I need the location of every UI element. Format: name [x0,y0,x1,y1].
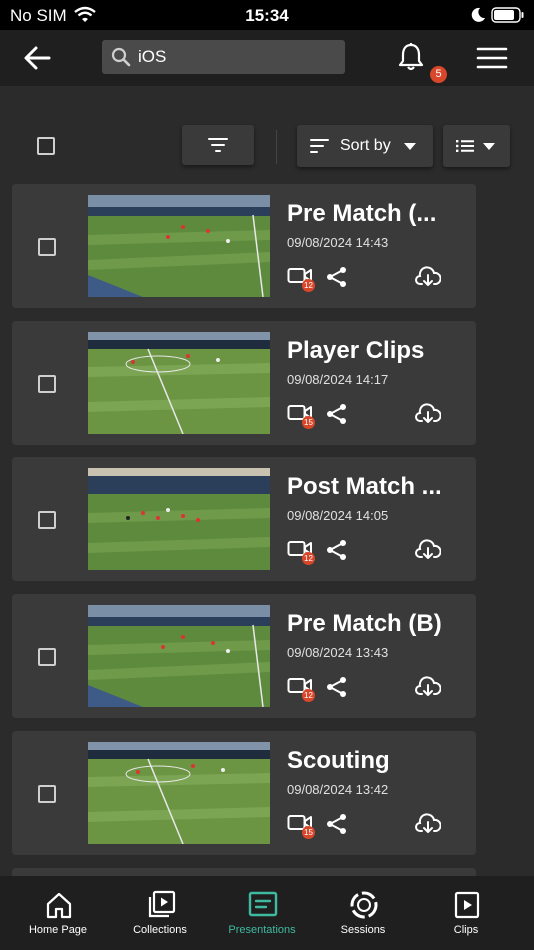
hamburger-menu-icon[interactable] [476,45,508,71]
video-thumbnail[interactable] [88,195,270,297]
status-bar: No SIM 15:34 [0,0,534,30]
clip-count-badge: 15 [302,826,315,839]
list-toolbar: Sort by [0,86,534,186]
presentation-card[interactable]: Pre Match (B) 09/08/2024 13:43 12 [12,594,476,718]
nav-label: Clips [453,924,479,936]
nav-clips[interactable]: Clips [416,876,516,950]
notification-badge: 5 [430,66,447,83]
presentation-title: Pre Match (... [287,200,437,227]
row-checkbox[interactable] [38,375,56,393]
video-thumbnail[interactable] [88,332,270,434]
presentation-title: Post Match ... [287,473,442,500]
search-input[interactable] [138,44,333,70]
share-icon[interactable] [326,403,348,425]
sort-by-label: Sort by [340,137,391,154]
filter-icon [208,138,228,152]
toolbar-divider [276,130,277,164]
share-icon[interactable] [326,676,348,698]
presentation-card[interactable]: Post Match ... 09/08/2024 14:05 12 [12,457,476,581]
clips-count-button[interactable]: 15 [287,813,315,839]
row-checkbox[interactable] [38,511,56,529]
back-arrow-icon[interactable] [22,44,52,72]
nav-label: Presentations [228,924,296,936]
presentation-date: 09/08/2024 14:43 [287,235,389,250]
cloud-download-icon[interactable] [415,676,441,698]
chevron-down-icon [404,143,416,150]
nav-collections[interactable]: Collections [110,876,210,950]
video-thumbnail[interactable] [88,742,270,844]
cloud-download-icon[interactable] [415,403,441,425]
row-checkbox[interactable] [38,785,56,803]
clips-icon [454,891,480,919]
clips-count-button[interactable]: 15 [287,403,315,429]
select-all-checkbox[interactable] [37,137,55,155]
filter-button[interactable] [182,125,254,165]
bell-icon[interactable] [397,42,425,72]
app-header: 5 [0,30,534,86]
chevron-down-icon [483,143,495,150]
status-time: 15:34 [245,6,289,25]
nav-home[interactable]: Home Page [8,876,108,950]
search-icon [111,47,131,67]
row-checkbox[interactable] [38,648,56,666]
cloud-download-icon[interactable] [415,539,441,561]
nav-label: Home Page [28,924,88,936]
share-icon[interactable] [326,813,348,835]
presentation-date: 09/08/2024 13:42 [287,782,389,797]
cloud-download-icon[interactable] [415,813,441,835]
list-view-icon [456,140,474,152]
presentation-card[interactable]: Pre Match (... 09/08/2024 14:43 12 [12,184,476,308]
video-thumbnail[interactable] [88,605,270,707]
presentation-list: Pre Match (... 09/08/2024 14:43 12 Playe… [0,183,534,876]
presentation-card[interactable]: Player Clips 09/08/2024 14:17 15 [12,321,476,445]
nav-label: Sessions [340,924,386,936]
bottom-nav: Home Page Collections Presentations Sess… [0,876,534,950]
presentation-card[interactable]: Scouting 09/08/2024 13:42 15 [12,731,476,855]
view-mode-button[interactable] [443,125,510,167]
clip-count-badge: 12 [302,552,315,565]
moon-icon [471,7,485,22]
video-thumbnail[interactable] [88,468,270,570]
sessions-icon [350,891,378,919]
home-icon [46,892,72,919]
search-bar[interactable] [102,40,345,74]
presentation-date: 09/08/2024 14:17 [287,372,389,387]
presentation-title: Player Clips [287,337,425,364]
clip-count-badge: 12 [302,279,315,292]
collections-icon [148,890,176,918]
cloud-download-icon[interactable] [415,266,441,288]
clips-count-button[interactable]: 12 [287,676,315,702]
nav-sessions[interactable]: Sessions [313,876,413,950]
presentation-title: Scouting [287,747,390,774]
nav-presentations[interactable]: Presentations [212,876,312,950]
presentation-card[interactable] [12,868,476,876]
sort-icon [310,139,329,153]
presentation-date: 09/08/2024 14:05 [287,508,389,523]
share-icon[interactable] [326,539,348,561]
battery-icon [491,7,524,23]
clips-count-button[interactable]: 12 [287,539,315,565]
nav-label: Collections [133,924,187,936]
presentation-title: Pre Match (B) [287,610,442,637]
presentations-icon [248,891,278,917]
presentation-date: 09/08/2024 13:43 [287,645,389,660]
clips-count-button[interactable]: 12 [287,266,315,292]
sort-by-button[interactable]: Sort by [297,125,433,167]
clip-count-badge: 12 [302,689,315,702]
row-checkbox[interactable] [38,238,56,256]
share-icon[interactable] [326,266,348,288]
clip-count-badge: 15 [302,416,315,429]
